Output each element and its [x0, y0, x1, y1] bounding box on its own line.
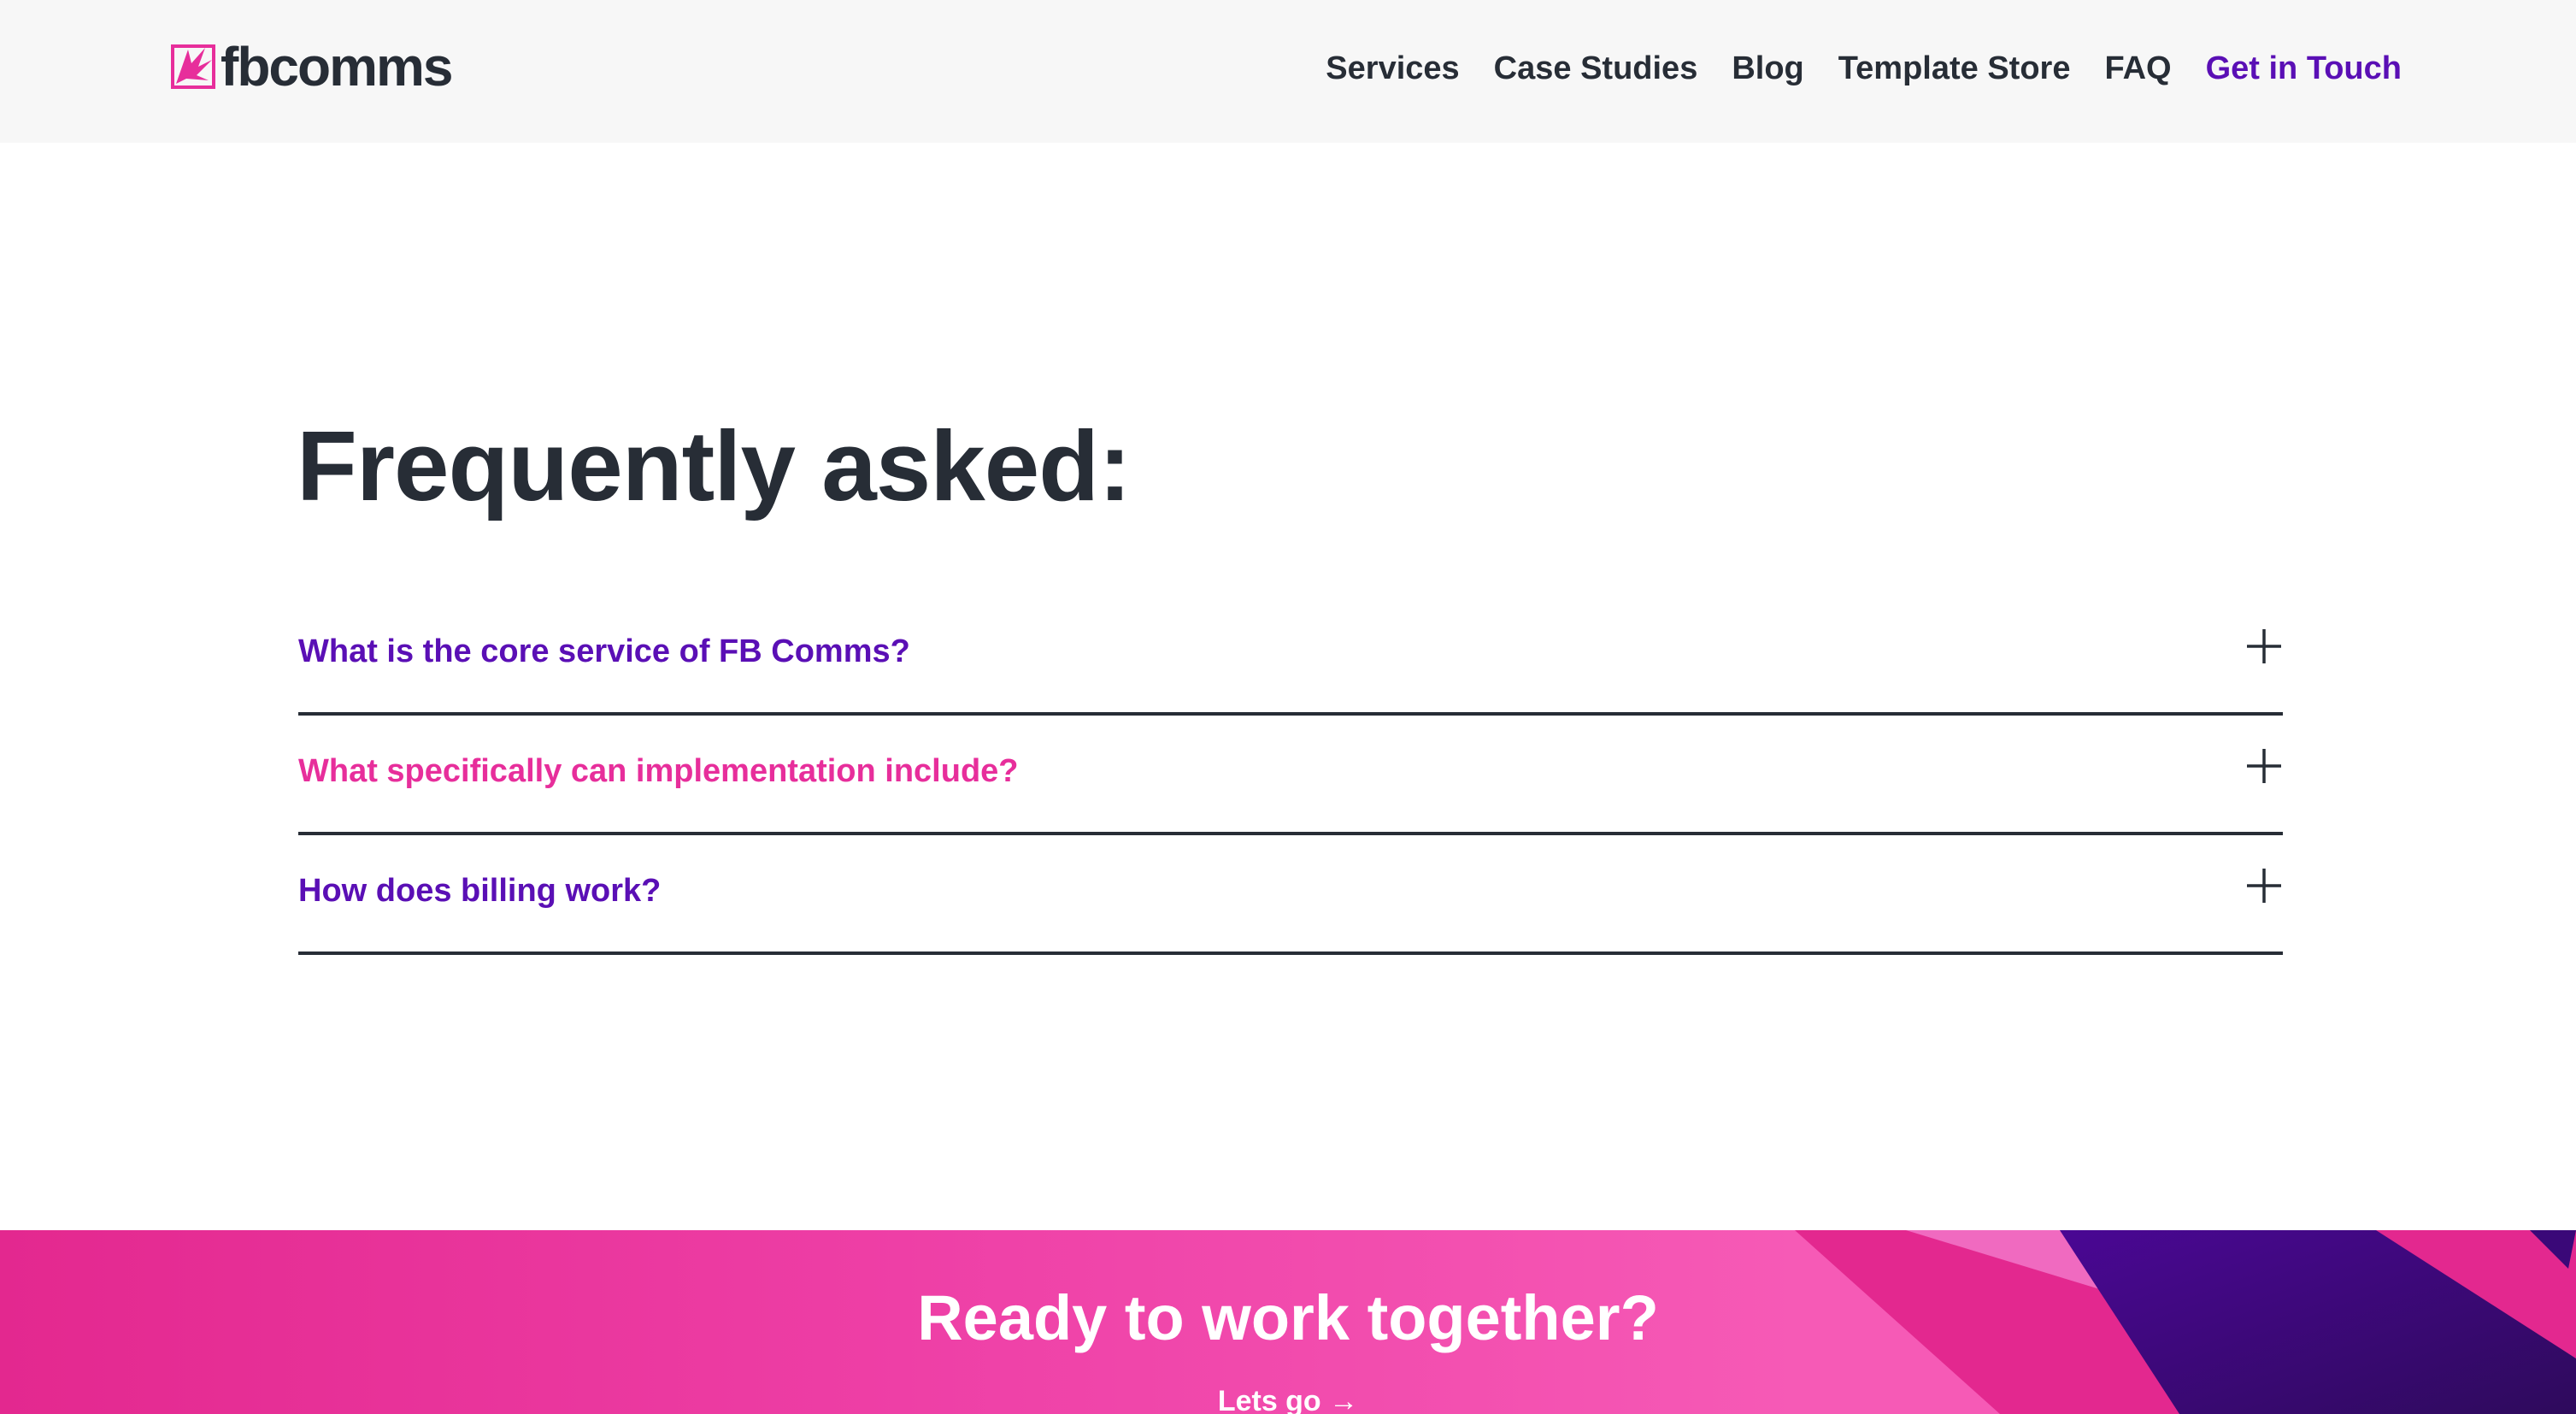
faq-list: What is the core service of FB Comms? Wh…	[298, 597, 2283, 955]
nav-get-in-touch-button[interactable]: Get in Touch	[2206, 50, 2402, 87]
cta-banner: Ready to work together? Lets go →	[0, 1230, 2576, 1414]
faq-question: What is the core service of FB Comms?	[298, 633, 910, 669]
faq-item[interactable]: How does billing work?	[298, 836, 2283, 955]
main-nav: Services Case Studies Blog Template Stor…	[1291, 44, 2402, 92]
site-header: fbcomms Services Case Studies Blog Templ…	[0, 0, 2576, 143]
plus-icon[interactable]	[2245, 867, 2283, 904]
logo-mark-icon	[171, 44, 215, 89]
lets-go-link[interactable]: Lets go →	[0, 1384, 2576, 1414]
plus-icon[interactable]	[2245, 627, 2283, 665]
faq-item[interactable]: What is the core service of FB Comms?	[298, 597, 2283, 716]
faq-item[interactable]: What specifically can implementation inc…	[298, 716, 2283, 835]
faq-title: Frequently asked:	[297, 410, 1132, 521]
logo[interactable]: fbcomms	[171, 36, 453, 97]
faq-question: How does billing work?	[298, 873, 662, 909]
logo-text: fbcomms	[221, 36, 453, 97]
nav-link-case-studies[interactable]: Case Studies	[1494, 50, 1698, 87]
lets-go-label: Lets go	[1217, 1385, 1321, 1414]
nav-link-faq[interactable]: FAQ	[2104, 50, 2171, 87]
nav-link-template-store[interactable]: Template Store	[1838, 50, 2071, 87]
nav-link-blog[interactable]: Blog	[1732, 50, 1803, 87]
faq-question: What specifically can implementation inc…	[298, 753, 1019, 789]
nav-link-services[interactable]: Services	[1326, 50, 1459, 87]
arrow-right-icon: →	[1329, 1385, 1359, 1414]
plus-icon[interactable]	[2245, 747, 2283, 785]
cta-title: Ready to work together?	[917, 1282, 1659, 1353]
